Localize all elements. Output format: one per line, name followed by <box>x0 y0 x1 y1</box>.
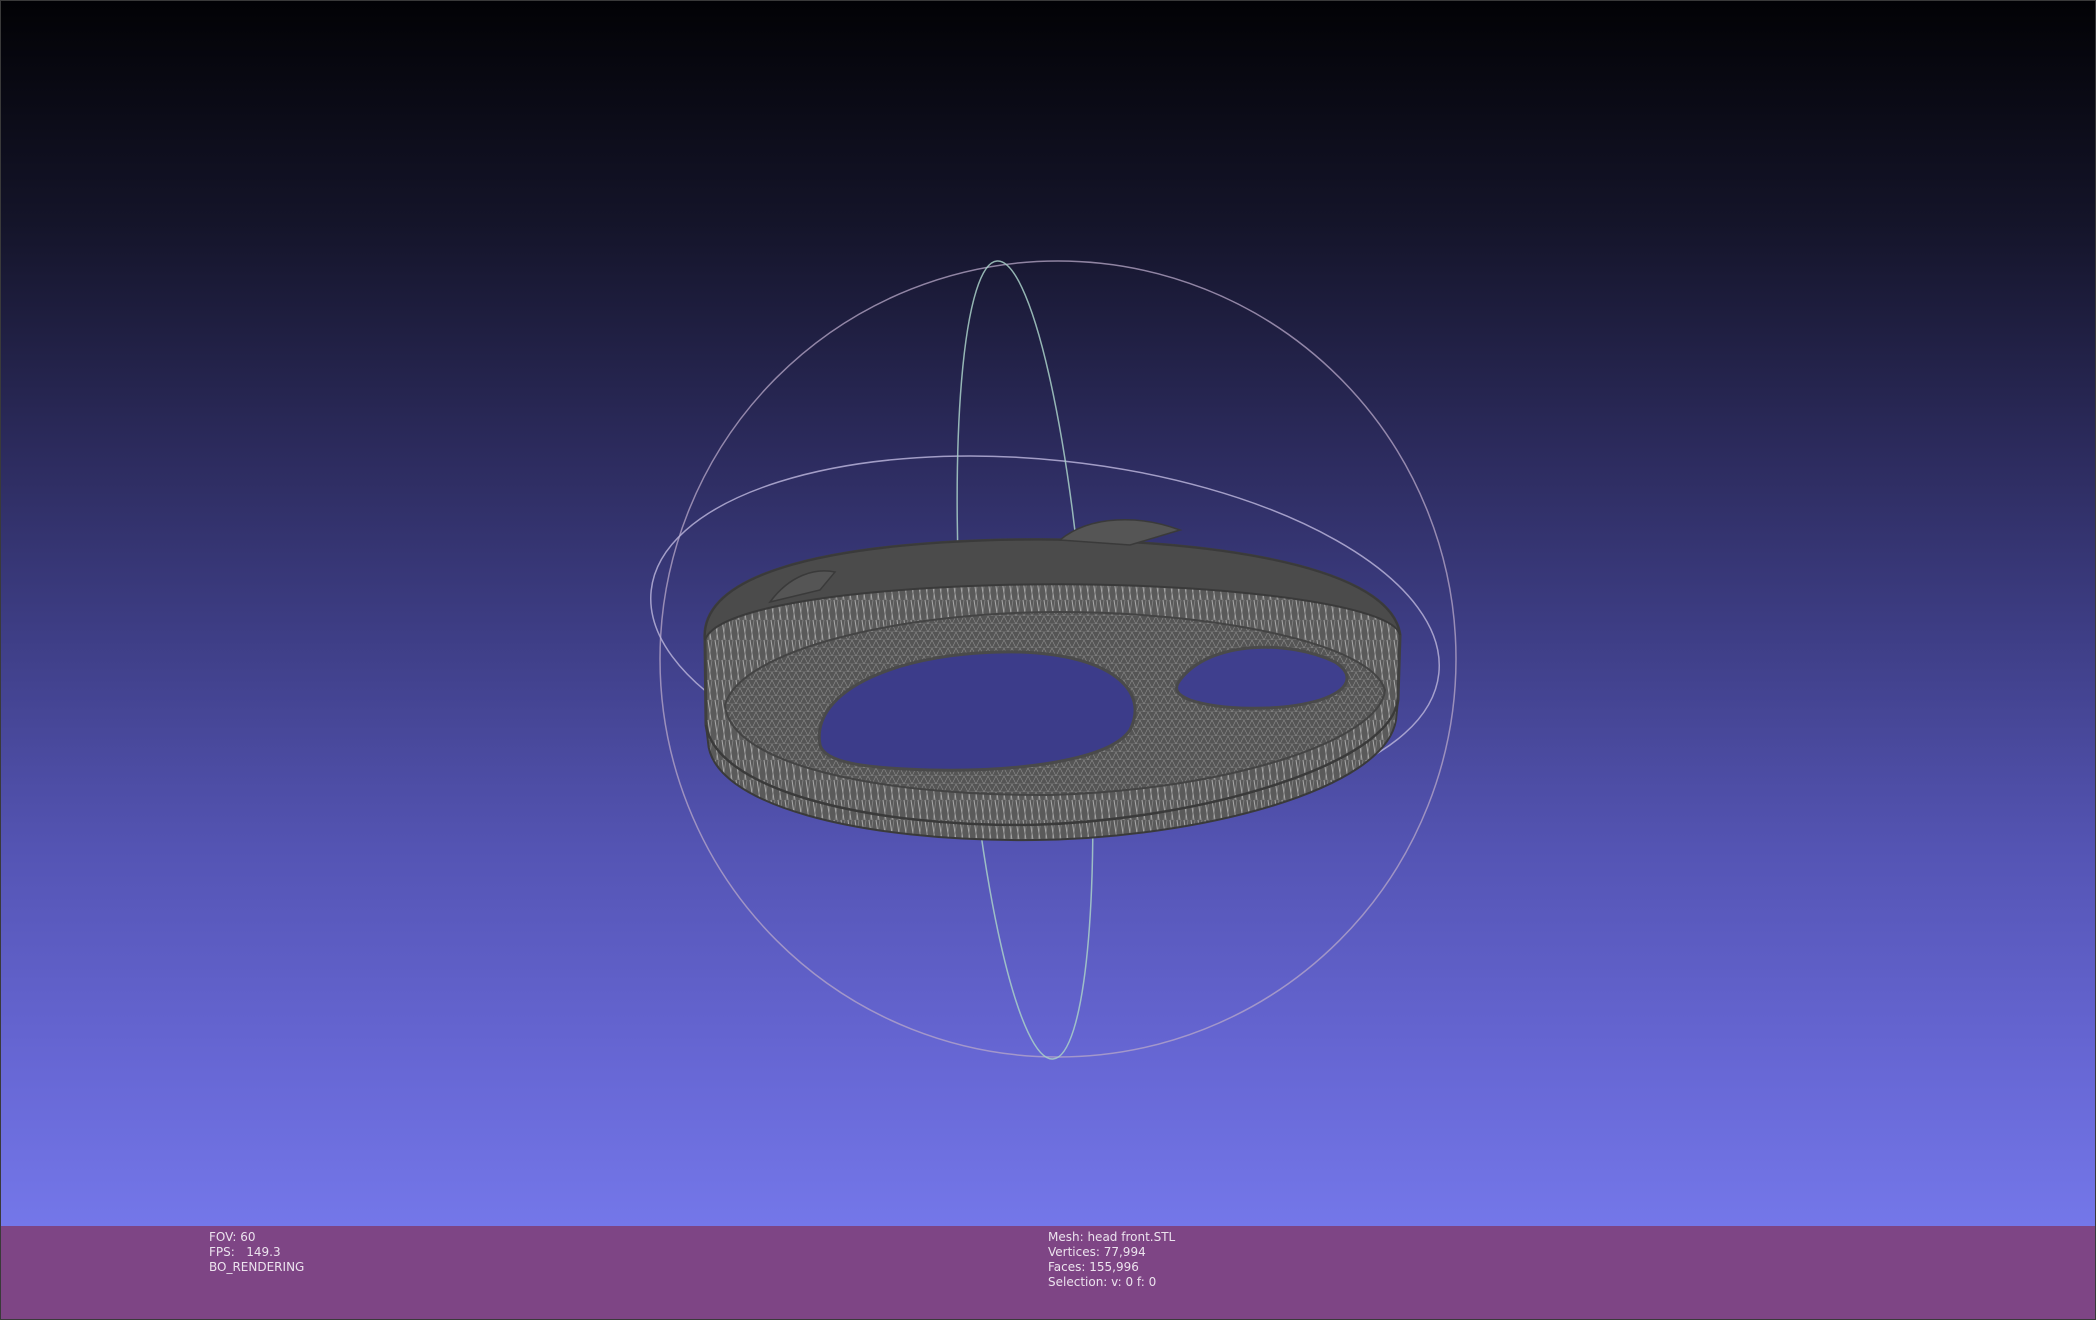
3d-viewport[interactable] <box>0 0 2096 1226</box>
selection-readout: Selection: v: 0 f: 0 <box>1048 1275 1157 1289</box>
vertices-readout: Vertices: 77,994 <box>1048 1245 1146 1259</box>
status-info-bar: FOV: 60 FPS: 149.3 BO_RENDERING Mesh: he… <box>0 1226 2096 1320</box>
render-mode-readout: BO_RENDERING <box>209 1260 305 1274</box>
faces-readout: Faces: 155,996 <box>1048 1260 1139 1274</box>
scene-canvas[interactable] <box>0 0 2096 1226</box>
mesh-model[interactable] <box>703 519 1402 842</box>
mesh-info: Mesh: head front.STL Vertices: 77,994 Fa… <box>1048 1230 1175 1290</box>
fps-readout: FPS: 149.3 <box>209 1245 281 1259</box>
render-info: FOV: 60 FPS: 149.3 BO_RENDERING <box>209 1230 304 1275</box>
fov-readout: FOV: 60 <box>209 1230 256 1244</box>
mesh-bump-right <box>1058 519 1183 546</box>
mesh-name-readout: Mesh: head front.STL <box>1048 1230 1176 1244</box>
